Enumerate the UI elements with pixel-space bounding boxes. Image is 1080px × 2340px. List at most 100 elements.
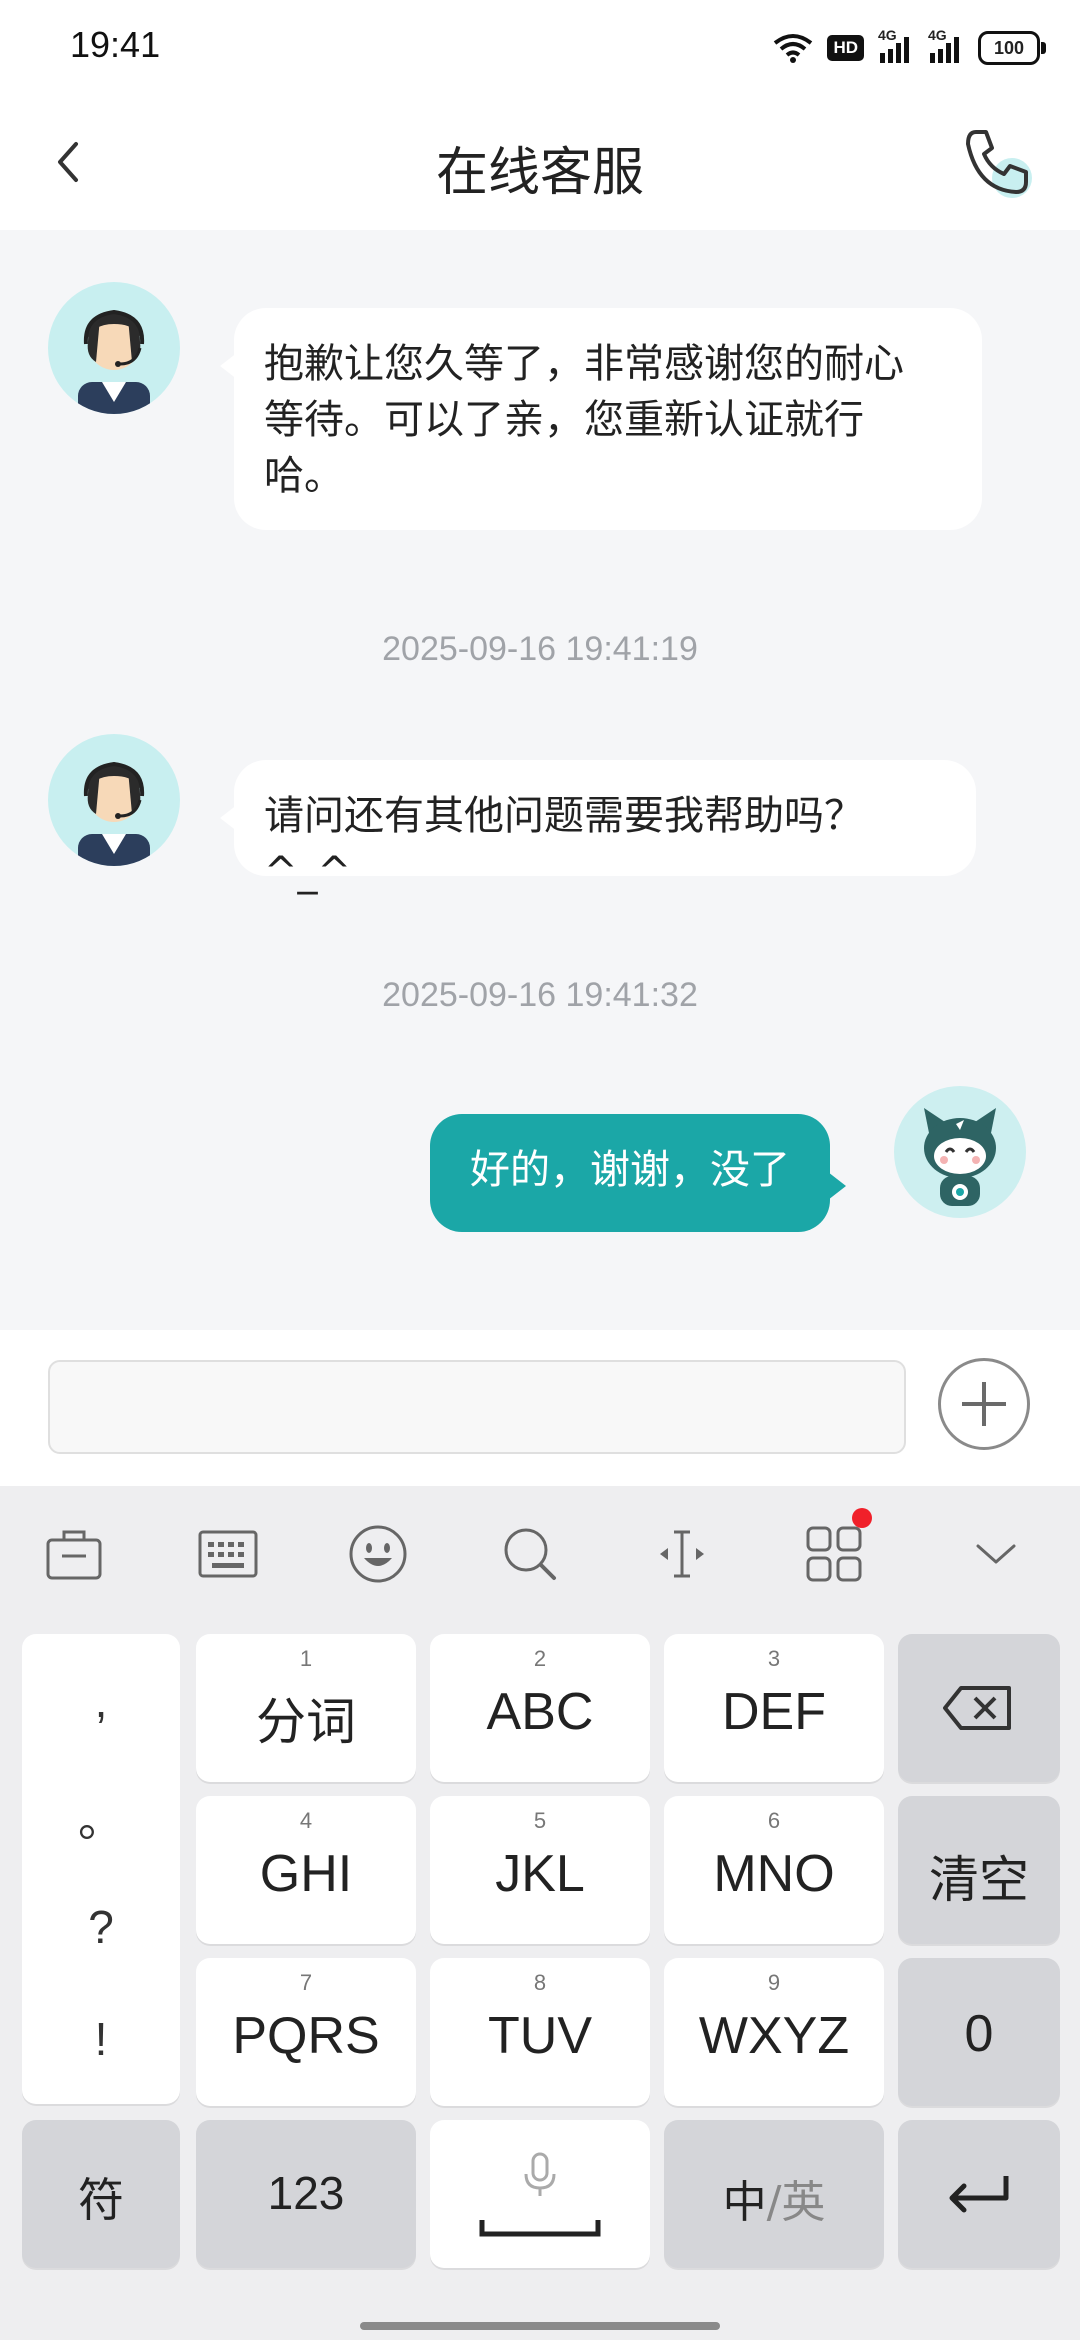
key-label: 123	[267, 2167, 345, 2219]
key-number: 6	[767, 1808, 781, 1833]
microphone-icon	[524, 2152, 556, 2196]
briefcase-icon	[46, 1530, 102, 1580]
emoji-button[interactable]	[346, 1522, 410, 1586]
key-number: 5	[533, 1808, 547, 1833]
key-label: ABC	[486, 1683, 594, 1741]
enter-icon	[949, 2176, 1009, 2213]
home-indicator[interactable]	[360, 2322, 720, 2330]
toolbox-button[interactable]	[42, 1522, 106, 1586]
status-bar: 19:41 HD 4G 4G 100	[0, 0, 1080, 96]
text-cursor-icon	[660, 1530, 704, 1578]
key-number: 7	[299, 1970, 313, 1995]
message-text-line-3: 哈。	[264, 453, 344, 499]
backspace-key[interactable]	[898, 1634, 1060, 1782]
symbol-key[interactable]: 符	[22, 2120, 180, 2268]
header: 在线客服	[0, 96, 1080, 230]
language-label: 中/英	[664, 2166, 884, 2230]
key-1[interactable]: 1 分词	[196, 1634, 416, 1782]
message-text: 好的，谢谢，没了	[470, 1147, 790, 1193]
key-number: 1	[299, 1646, 313, 1671]
chevron-down-icon	[976, 1544, 1016, 1564]
key-label: 清空	[929, 1851, 1029, 1909]
key-6[interactable]: 6 MNO	[664, 1796, 884, 1944]
signal-icon	[930, 37, 959, 63]
key-8[interactable]: 8 TUV	[430, 1958, 650, 2106]
status-icons: HD 4G 4G 100	[773, 27, 1046, 68]
key-label: GHI	[259, 1845, 353, 1903]
notification-dot	[852, 1508, 872, 1528]
punct-exclaim[interactable]: !	[22, 2012, 180, 2066]
signal-icon	[880, 37, 909, 63]
agent-message-bubble[interactable]: 抱歉让您久等了，非常感谢您的耐心 等待。可以了亲，您重新认证就行 哈。	[220, 308, 982, 530]
key-number: 3	[767, 1646, 781, 1671]
key-2[interactable]: 2 ABC	[430, 1634, 650, 1782]
key-label: DEF	[722, 1683, 826, 1741]
key-number: 8	[533, 1970, 547, 1995]
agent-avatar-icon	[78, 309, 150, 414]
keyboard: , 。 ? ! 1 分词 2 ABC 3 DEF 4 GHI 5 JKL 6 M…	[0, 1486, 1080, 2340]
punct-question[interactable]: ?	[22, 1900, 180, 1954]
phone-icon	[966, 130, 1032, 198]
message-text-line-1: 抱歉让您久等了，非常感谢您的耐心	[264, 341, 904, 387]
hide-keyboard-button[interactable]	[964, 1522, 1028, 1586]
call-button[interactable]	[956, 120, 1040, 204]
cursor-move-button[interactable]	[650, 1522, 714, 1586]
user-avatar-icon	[924, 1108, 996, 1206]
lang-chinese: 中	[722, 2177, 767, 2228]
key-label: MNO	[713, 1845, 835, 1903]
user-avatar[interactable]	[894, 1086, 1026, 1218]
key-label: TUV	[488, 2007, 592, 2065]
smiley-icon	[349, 1525, 407, 1583]
key-7[interactable]: 7 PQRS	[196, 1958, 416, 2106]
key-label: 0	[964, 2005, 994, 2063]
user-message-bubble[interactable]: 好的，谢谢，没了	[430, 1114, 846, 1232]
apps-button[interactable]	[802, 1508, 872, 1586]
backspace-icon	[943, 1686, 1011, 1730]
message-input[interactable]	[48, 1360, 906, 1454]
message-text-line-2: 等待。可以了亲，您重新认证就行	[264, 397, 864, 443]
lang-english: /英	[766, 2177, 826, 2228]
keyboard-icon	[198, 1530, 258, 1578]
chat-area[interactable]: 抱歉让您久等了，非常感谢您的耐心 等待。可以了亲，您重新认证就行 哈。 2025…	[0, 230, 1080, 1330]
agent-avatar-icon	[78, 761, 150, 866]
key-number: 4	[299, 1808, 313, 1833]
space-bar-icon	[479, 2220, 601, 2237]
input-bar	[0, 1330, 1080, 1486]
battery-icon: 100	[978, 31, 1046, 65]
key-number: 9	[767, 1970, 781, 1995]
wifi-icon	[774, 34, 813, 63]
agent-message-bubble[interactable]: 请问还有其他问题需要我帮助吗？^_^	[220, 760, 976, 895]
key-9[interactable]: 9 WXYZ	[664, 1958, 884, 2106]
key-3[interactable]: 3 DEF	[664, 1634, 884, 1782]
status-time: 19:41	[70, 24, 161, 65]
keyboard-switch-button[interactable]	[196, 1522, 260, 1586]
more-options-button[interactable]	[938, 1358, 1030, 1450]
key-4[interactable]: 4 GHI	[196, 1796, 416, 1944]
keyboard-toolbar	[0, 1486, 1080, 1620]
key-0[interactable]: 0	[898, 1958, 1060, 2106]
message-text: 请问还有其他问题需要我帮助吗？^_^	[264, 793, 864, 895]
punct-comma[interactable]: ,	[22, 1674, 180, 1728]
agent-avatar	[48, 282, 180, 414]
key-label: 符	[78, 2173, 124, 2227]
battery-level: 100	[993, 38, 1025, 58]
number-mode-key[interactable]: 123	[196, 2120, 416, 2268]
search-button[interactable]	[498, 1522, 562, 1586]
grid-icon	[806, 1526, 862, 1582]
search-icon	[504, 1528, 556, 1580]
language-switch-key[interactable]: 中/英	[664, 2120, 884, 2268]
key-number: 2	[533, 1646, 547, 1671]
space-key[interactable]	[430, 2120, 650, 2268]
punctuation-column[interactable]: , 。 ? !	[22, 1634, 180, 2104]
signal-1: 4G	[878, 27, 914, 65]
key-label: JKL	[495, 1845, 585, 1903]
key-label: WXYZ	[698, 2007, 850, 2065]
key-5[interactable]: 5 JKL	[430, 1796, 650, 1944]
message-timestamp: 2025-09-16 19:41:19	[382, 630, 698, 668]
page-title: 在线客服	[435, 143, 644, 203]
clear-key[interactable]: 清空	[898, 1796, 1060, 1944]
enter-key[interactable]	[898, 2120, 1060, 2268]
punct-period[interactable]: 。	[22, 1784, 180, 1850]
message-timestamp: 2025-09-16 19:41:32	[382, 976, 698, 1014]
hd-icon: HD	[827, 35, 864, 61]
